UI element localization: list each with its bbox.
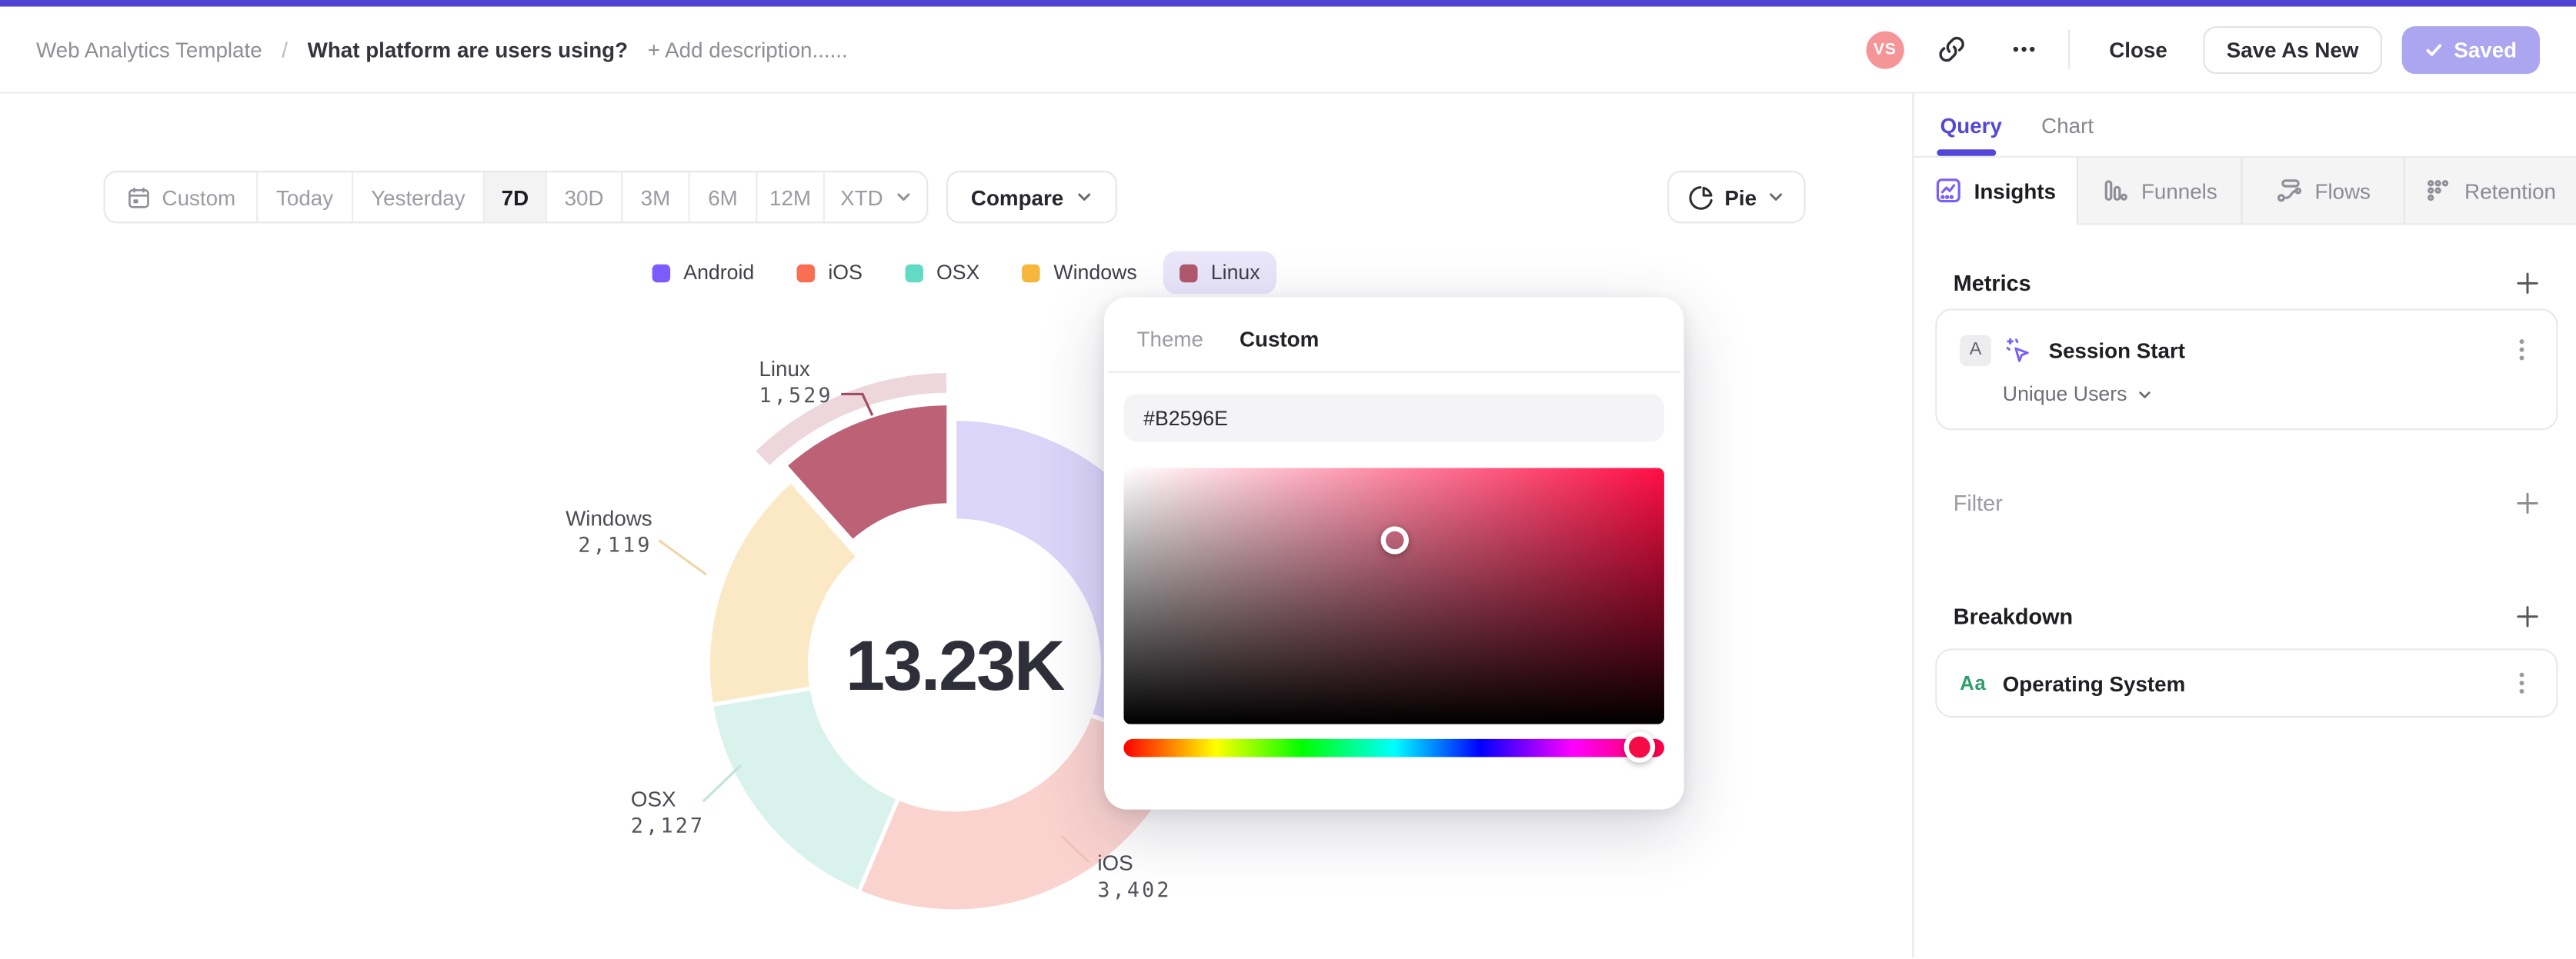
check-icon [2424, 40, 2442, 58]
chevron-down-icon [2137, 387, 2151, 401]
tab-custom[interactable]: Custom [1240, 327, 1319, 351]
pie-slice-osx[interactable] [709, 686, 901, 894]
insights-icon [1934, 178, 1960, 204]
metric-card[interactable]: A Session Start Unique Users [1935, 308, 2558, 431]
filter-heading-row: Filter [1954, 488, 2544, 519]
kebab-icon [2511, 337, 2534, 363]
hue-slider-handle[interactable] [1624, 731, 1656, 763]
save-as-new-button[interactable]: Save As New [2203, 25, 2382, 74]
metric-letter-badge: A [1960, 334, 1991, 366]
pie-label-linux: Linux [759, 357, 809, 381]
close-button[interactable]: Close [2090, 24, 2187, 75]
pie-leader-line-windows [658, 539, 708, 576]
active-tab-underline [1937, 149, 1997, 155]
pie-label-windows: Windows [566, 506, 652, 530]
breakdown-property-name: Operating System [2002, 671, 2186, 696]
filter-heading: Filter [1953, 491, 2003, 516]
app-window: Web Analytics Template / What platform a… [0, 0, 2576, 959]
avatar[interactable]: VS [1866, 30, 1904, 68]
tab-chart[interactable]: Chart [2041, 112, 2094, 137]
more-options-button[interactable] [1999, 25, 2048, 74]
event-sparkle-icon [2004, 336, 2032, 364]
plus-icon [2515, 271, 2540, 295]
ellipsis-icon [2010, 36, 2037, 62]
metric-options-button[interactable] [2507, 333, 2536, 366]
pie-value-windows: 2,119 [578, 533, 652, 557]
pie-label-osx: OSX [631, 787, 676, 811]
metric-measure-label: Unique Users [2002, 382, 2127, 406]
tab-retention[interactable]: Retention [2403, 157, 2576, 225]
main-area: Custom Today Yesterday 7D 30D 3M 6M 12M XTD Comp… [0, 93, 2576, 957]
text-property-badge: Aa [1960, 671, 1987, 695]
saved-button-label: Saved [2454, 37, 2518, 62]
hex-color-input[interactable]: #B2596E [1123, 394, 1664, 442]
top-accent-bar [0, 0, 2576, 7]
saturation-cursor[interactable] [1380, 525, 1408, 554]
add-metric-button[interactable] [2512, 268, 2544, 299]
breadcrumb-separator: / [282, 37, 289, 62]
metric-event-name: Session Start [2048, 337, 2186, 362]
tab-retention-label: Retention [2464, 178, 2557, 203]
breakdown-heading: Breakdown [1953, 604, 2074, 629]
tab-theme[interactable]: Theme [1137, 327, 1203, 351]
share-link-button[interactable] [1927, 25, 1976, 74]
tab-flows[interactable]: Flows [2241, 157, 2404, 225]
link-icon [1937, 35, 1966, 64]
funnels-icon [2102, 178, 2128, 204]
add-filter-button[interactable] [2512, 488, 2544, 519]
metrics-heading-row: Metrics [1954, 268, 2544, 299]
tab-funnels-label: Funnels [2141, 178, 2217, 203]
pie-leader-line-osx [702, 764, 742, 803]
breakdown-heading-row: Breakdown [1954, 601, 2544, 632]
tab-flows-label: Flows [2314, 178, 2371, 203]
breadcrumb-root[interactable]: Web Analytics Template [36, 37, 262, 62]
pie-value-ios: 3,402 [1097, 878, 1171, 902]
plus-icon [2515, 604, 2540, 629]
flows-icon [2275, 178, 2302, 204]
tab-funnels[interactable]: Funnels [2076, 157, 2241, 225]
saturation-value-area[interactable] [1123, 468, 1664, 724]
breadcrumb: Web Analytics Template / What platform a… [36, 37, 848, 62]
color-picker-popup: Theme Custom #B2596E [1103, 297, 1684, 810]
header-actions: VS Close Save As New Saved [1866, 24, 2541, 75]
header: Web Analytics Template / What platform a… [0, 7, 2576, 94]
header-divider [2067, 29, 2070, 69]
report-canvas: Custom Today Yesterday 7D 30D 3M 6M 12M XTD Comp… [0, 94, 1912, 957]
query-sidebar: Query Chart Insights Funnels Flows Reten… [1912, 93, 2576, 957]
pie-value-linux: 1,529 [759, 384, 833, 408]
page-title[interactable]: What platform are users using? [308, 37, 628, 62]
tab-insights-label: Insights [1974, 178, 2057, 203]
retention-icon [2425, 178, 2451, 204]
plus-icon [2515, 491, 2540, 515]
popup-divider [1107, 371, 1681, 373]
saved-button[interactable]: Saved [2401, 25, 2541, 74]
pie-label-ios: iOS [1097, 851, 1133, 875]
kebab-icon [2511, 670, 2534, 696]
add-description-link[interactable]: + Add description...... [648, 37, 848, 62]
pie-center-total: 13.23K [846, 627, 1065, 705]
breakdown-options-button[interactable] [2507, 667, 2536, 700]
breakdown-card[interactable]: Aa Operating System [1935, 648, 2558, 718]
color-picker-tabs: Theme Custom [1104, 297, 1684, 371]
report-type-tabs: Insights Funnels Flows Retention [1914, 155, 2576, 225]
sidebar-mode-tabs: Query Chart [1914, 94, 2576, 156]
metrics-heading: Metrics [1953, 271, 2031, 296]
pie-value-osx: 2,127 [631, 814, 705, 838]
metric-measure-dropdown[interactable]: Unique Users [2002, 382, 2152, 406]
metric-card-row: A Session Start [1960, 333, 2536, 366]
tab-insights[interactable]: Insights [1914, 157, 2077, 225]
hue-slider[interactable] [1123, 738, 1664, 758]
add-breakdown-button[interactable] [2512, 601, 2544, 632]
tab-query[interactable]: Query [1940, 112, 2002, 137]
